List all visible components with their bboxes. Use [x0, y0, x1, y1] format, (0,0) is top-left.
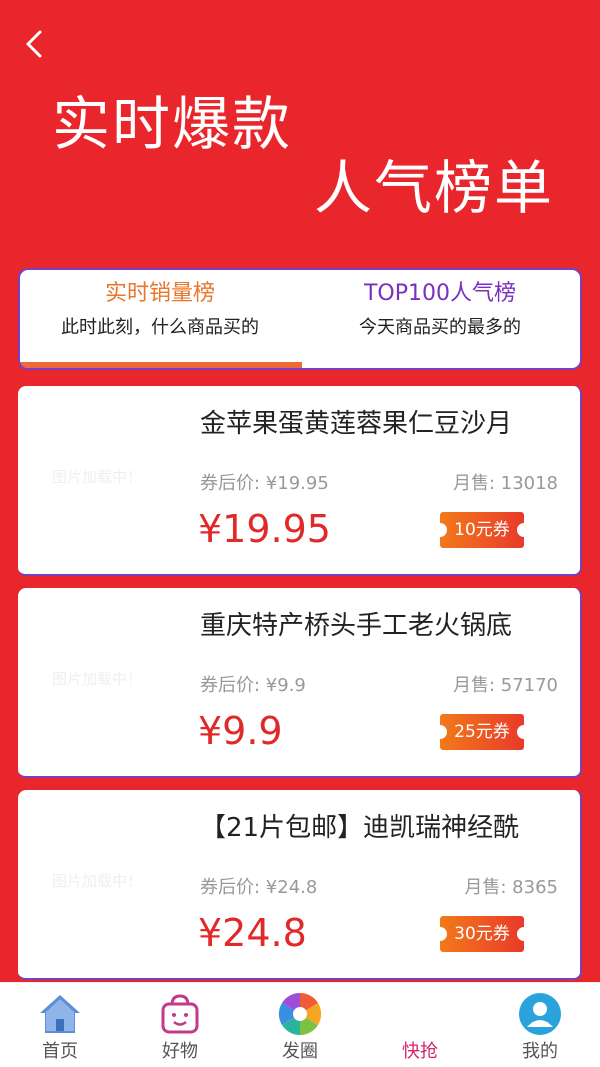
tab-subtitle: 今天商品买的最多的	[359, 317, 521, 338]
coupon-badge[interactable]: 10元券	[433, 512, 531, 548]
tab-title: TOP100人气榜	[363, 281, 516, 306]
product-card[interactable]: 图片加载中！ 金苹果蛋黄莲蓉果仁豆沙月 券后价: ¥19.95 月售: 1301…	[18, 386, 582, 576]
coupon-price-label: 券后价: ¥9.9	[200, 675, 306, 696]
monthly-sales: 月售: 8365	[464, 877, 558, 898]
user-icon	[519, 993, 561, 1035]
product-card[interactable]: 图片加载中！ 重庆特产桥头手工老火锅底 券后价: ¥9.9 月售: 57170 …	[18, 588, 582, 778]
active-tab-indicator	[20, 362, 302, 368]
coupon-price-label: 券后价: ¥19.95	[200, 473, 329, 494]
home-icon	[40, 995, 80, 1033]
coupon-badge[interactable]: 25元券	[433, 714, 531, 750]
nav-label: 首页	[42, 1041, 78, 1062]
nav-goods[interactable]: 好物	[120, 983, 240, 1067]
product-price: ¥9.9	[198, 709, 283, 753]
tab-subtitle: 此时此刻，什么商品买的	[61, 317, 259, 338]
tab-realtime-sales[interactable]: 实时销量榜 此时此刻，什么商品买的	[20, 270, 300, 368]
product-image-placeholder: 图片加载中！	[52, 670, 143, 688]
hero-title-line1: 实时爆款	[52, 90, 293, 158]
product-name: 金苹果蛋黄莲蓉果仁豆沙月	[200, 409, 513, 439]
product-name: 重庆特产桥头手工老火锅底	[200, 611, 513, 641]
basket-icon	[161, 994, 199, 1034]
tab-title: 实时销量榜	[104, 281, 215, 306]
chevron-left-icon	[26, 30, 42, 58]
product-price: ¥24.8	[198, 911, 307, 955]
ranking-tabs: 实时销量榜 此时此刻，什么商品买的 TOP100人气榜 今天商品买的最多的	[18, 268, 582, 370]
tab-top100-popular[interactable]: TOP100人气榜 今天商品买的最多的	[300, 270, 580, 368]
monthly-sales: 月售: 57170	[452, 675, 558, 696]
product-name: 【21片包邮】迪凯瑞神经酰	[200, 813, 520, 843]
bottom-nav: 首页 好物 发圈 快抢 我的	[0, 982, 600, 1067]
product-card[interactable]: 图片加载中！ 【21片包邮】迪凯瑞神经酰 券后价: ¥24.8 月售: 8365…	[18, 790, 582, 980]
nav-mine[interactable]: 我的	[480, 983, 600, 1067]
flash-sale-icon-placeholder	[397, 991, 443, 1037]
nav-label: 我的	[522, 1041, 558, 1062]
back-button[interactable]	[20, 28, 52, 60]
hero-title-line2: 人气榜单	[314, 154, 555, 222]
product-price: ¥19.95	[198, 507, 331, 551]
coupon-price-label: 券后价: ¥24.8	[200, 877, 318, 898]
product-image-placeholder: 图片加载中！	[52, 468, 143, 486]
nav-flash-sale[interactable]: 快抢	[360, 983, 480, 1067]
nav-home[interactable]: 首页	[0, 983, 120, 1067]
nav-label: 好物	[162, 1041, 198, 1062]
nav-label: 快抢	[402, 1041, 438, 1062]
aperture-icon	[278, 992, 322, 1036]
nav-moments[interactable]: 发圈	[240, 983, 360, 1067]
product-image-placeholder: 图片加载中！	[52, 872, 143, 890]
nav-label: 发圈	[282, 1041, 318, 1062]
coupon-badge[interactable]: 30元券	[433, 916, 531, 952]
monthly-sales: 月售: 13018	[452, 473, 558, 494]
